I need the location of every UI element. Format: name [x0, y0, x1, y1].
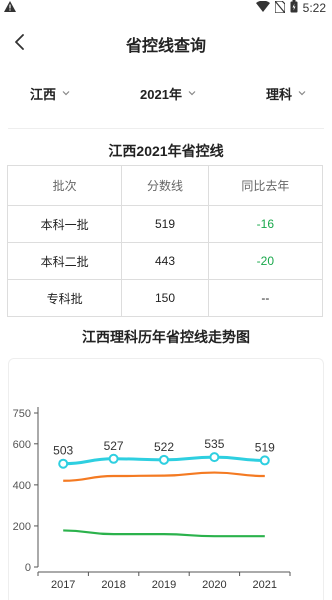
- series-line-3: [63, 529, 265, 538]
- y-tick-label: 600: [13, 439, 31, 451]
- x-tick-label: 2021: [253, 579, 277, 591]
- series-1-point: [58, 458, 69, 469]
- y-tick-label: 400: [13, 480, 31, 492]
- series-1-point: [209, 452, 220, 463]
- data-label: 503: [53, 444, 73, 458]
- x-tick-label: 2017: [51, 579, 75, 591]
- y-tick-label: 750: [13, 408, 31, 420]
- x-tick-label: 2019: [152, 579, 176, 591]
- data-label: 519: [255, 440, 275, 454]
- x-tick-label: 2020: [202, 579, 226, 591]
- y-tick-label: 0: [25, 562, 31, 574]
- series-1-point: [108, 453, 119, 464]
- data-label: 535: [204, 437, 224, 451]
- series-1-point: [259, 455, 270, 466]
- data-label: 522: [154, 440, 174, 454]
- x-tick-label: 2018: [101, 579, 125, 591]
- series-1-point: [159, 454, 169, 465]
- series-line-2: [63, 471, 265, 482]
- y-tick-label: 200: [13, 521, 31, 533]
- trend-line-chart: 0 200 400 600 750 2017 2018 2019 2020 2021 503 527 5…: [13, 407, 291, 591]
- data-label: 527: [104, 439, 124, 453]
